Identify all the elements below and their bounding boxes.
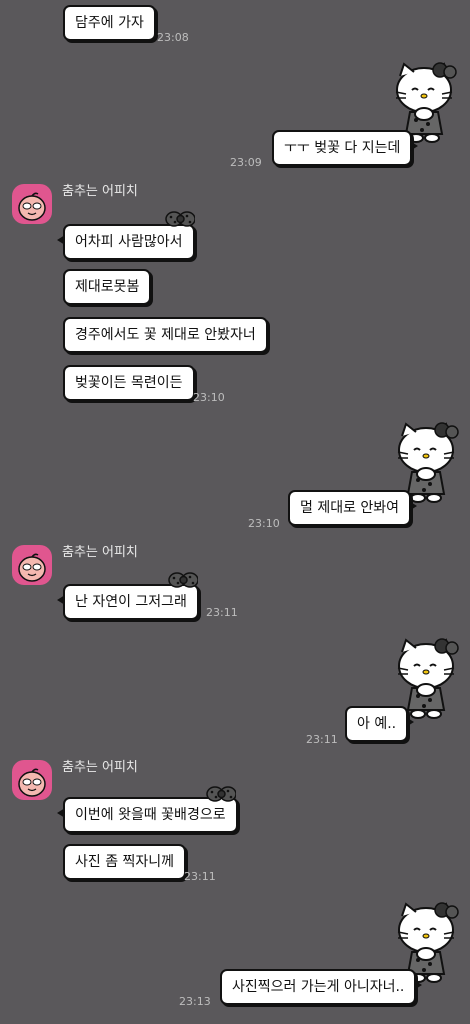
apeach-avatar-icon[interactable] <box>12 760 52 800</box>
message-bubble[interactable]: 경주에서도 꽃 제대로 안봤자너 <box>63 317 268 353</box>
message-time: 23:08 <box>157 31 189 44</box>
message-time: 23:09 <box>230 156 262 169</box>
sender-name: 춤추는 어피치 <box>62 760 138 775</box>
message-time: 23:11 <box>184 870 216 883</box>
message-time: 23:13 <box>179 995 211 1008</box>
leopard-bow-icon <box>206 786 236 802</box>
message-bubble[interactable]: 벚꽃이든 목련이든 <box>63 365 195 401</box>
message-time: 23:10 <box>193 391 225 404</box>
message-bubble[interactable]: 아 예.. <box>345 706 415 742</box>
message-time: 23:11 <box>206 606 238 619</box>
message-bubble[interactable]: ㅜㅜ 벚꽃 다 지는데 <box>272 130 419 166</box>
message-bubble[interactable]: 사진 좀 찍자니께 <box>63 844 187 880</box>
apeach-avatar-icon[interactable] <box>12 184 52 224</box>
message-time: 23:11 <box>306 733 338 746</box>
message-bubble[interactable]: 멀 제대로 안봐여 <box>288 490 418 526</box>
message-time: 23:10 <box>248 517 280 530</box>
sender-name: 춤추는 어피치 <box>62 184 138 199</box>
leopard-bow-icon <box>168 572 198 588</box>
message-bubble[interactable]: 사진찍으러 가는게 아니자너.. <box>220 969 423 1005</box>
message-bubble[interactable]: 담주에 가자 <box>63 5 156 41</box>
leopard-bow-icon <box>165 211 195 227</box>
apeach-avatar-icon[interactable] <box>12 545 52 585</box>
message-bubble[interactable]: 제대로못봄 <box>63 269 152 305</box>
sender-name: 춤추는 어피치 <box>62 545 138 560</box>
